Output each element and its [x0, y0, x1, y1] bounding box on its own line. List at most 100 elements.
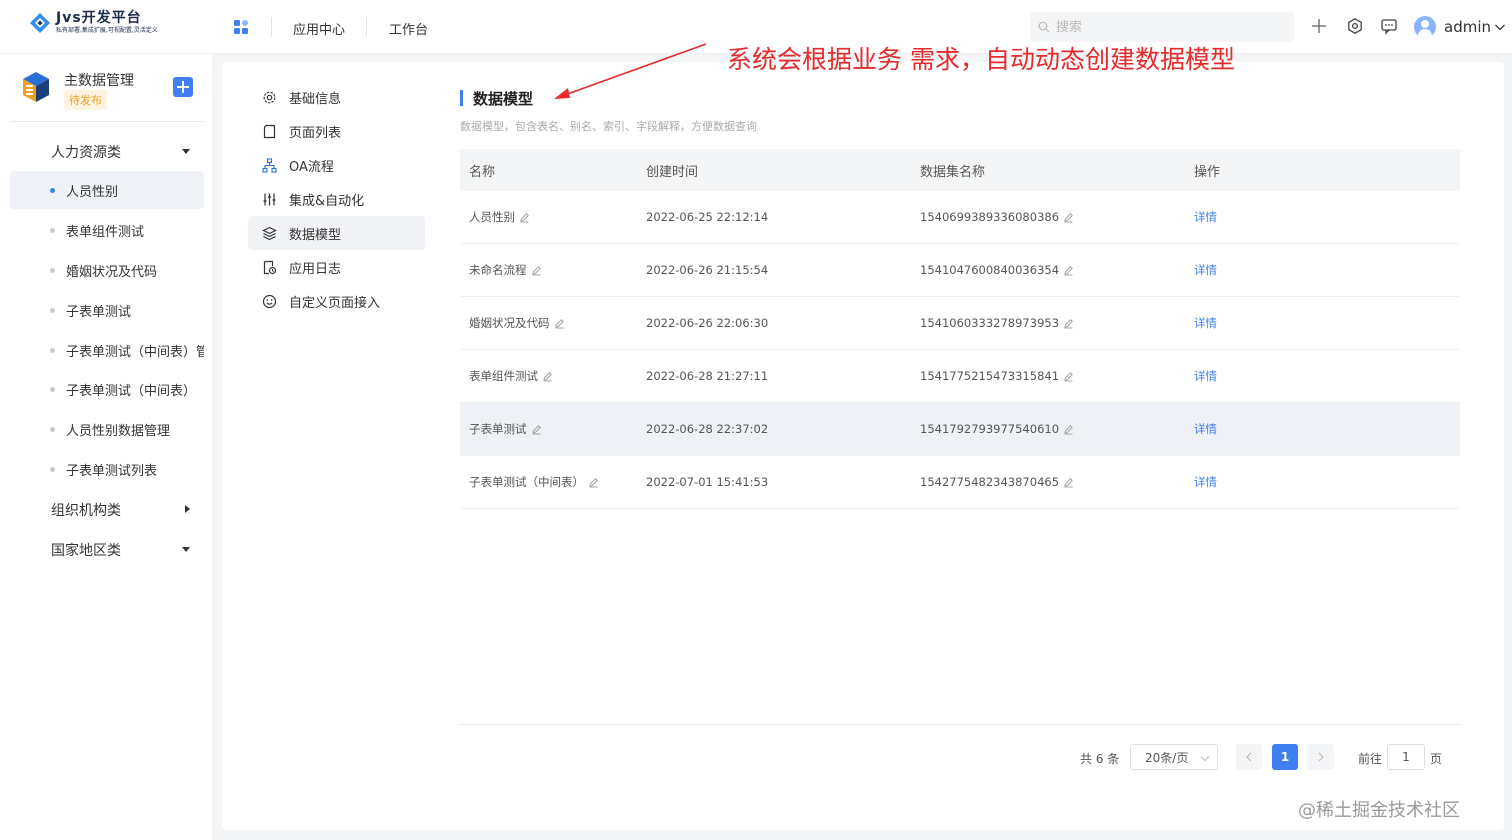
search-icon	[1038, 21, 1050, 33]
tab-integration[interactable]: 集成&自动化	[248, 182, 425, 216]
nav-workbench[interactable]: 工作台	[389, 19, 428, 38]
tab-data-model[interactable]: 数据模型	[248, 216, 425, 250]
cell-action: 详情	[1185, 315, 1460, 331]
app-name: 主数据管理	[64, 73, 134, 89]
bullet-dot	[50, 348, 55, 353]
edit-icon[interactable]	[588, 477, 599, 488]
user-name: admin	[1444, 18, 1491, 36]
next-page-button[interactable]	[1308, 744, 1334, 770]
app-header: 主数据管理 待发布	[20, 68, 200, 118]
page-title: 数据模型	[473, 90, 534, 108]
sidebar-item-form-test[interactable]: 表单组件测试	[10, 211, 204, 249]
page-size-value: 20条/页	[1145, 750, 1189, 765]
tab-label: 数据模型	[289, 227, 342, 243]
tab-oa-flow[interactable]: OA流程	[248, 148, 425, 182]
prev-page-button[interactable]	[1236, 744, 1262, 770]
detail-link[interactable]: 详情	[1194, 422, 1217, 436]
cell-dataset: 1541047600840036354	[911, 263, 1185, 277]
sliders-icon	[263, 193, 276, 205]
page-button[interactable]: 1	[1272, 744, 1298, 770]
add-button[interactable]	[173, 77, 193, 97]
cell-created: 2022-06-25 22:12:14	[646, 210, 769, 224]
edit-icon[interactable]	[1063, 477, 1074, 488]
platform-logo[interactable]: Jvs开发平台 私有部署,集成扩展,可视配置,灵活定义	[28, 10, 158, 35]
tab-label: 自定义页面接入	[289, 295, 381, 311]
data-model-table: 名称 创建时间 数据集名称 操作 人员性别 2022-06-25 22:12:14…	[460, 149, 1460, 509]
apps-grid-icon[interactable]	[233, 19, 249, 35]
tab-basic-info[interactable]: 基础信息	[248, 80, 425, 114]
status-badge: 待发布	[64, 90, 107, 110]
detail-link[interactable]: 详情	[1194, 210, 1217, 224]
app-sub-menu: 基础信息 页面列表 OA流程 集成&自动化 数据模型 应用日志 自定义页面接入	[248, 80, 425, 318]
annotation-text: 系统会根据业务 需求，自动动态创建数据模型	[727, 45, 1235, 74]
bullet-dot	[50, 427, 55, 432]
cell-dataset: 1541060333278973953	[911, 316, 1185, 330]
tab-label: OA流程	[289, 159, 334, 175]
goto-page-input[interactable]	[1387, 744, 1425, 770]
table-row: 子表单测试 2022-06-28 22:37:02 1541792793977540…	[460, 403, 1460, 456]
plus-icon[interactable]	[1310, 17, 1328, 35]
bullet-dot	[50, 188, 55, 193]
tab-custom-page[interactable]: 自定义页面接入	[248, 284, 425, 318]
sidebar-item-gender-data[interactable]: 人员性别数据管理	[10, 410, 204, 448]
row-dataset: 1541775215473315841	[920, 369, 1060, 383]
bullet-dot	[50, 308, 55, 313]
edit-icon[interactable]	[1063, 212, 1074, 223]
cell-name: 表单组件测试	[460, 368, 637, 384]
caret-down-icon[interactable]	[182, 547, 190, 552]
sidebar-item-subform-mid[interactable]: 子表单测试（中间表）	[10, 370, 204, 408]
search-input[interactable]	[1056, 19, 1276, 35]
goto-suffix: 页	[1430, 752, 1443, 766]
cell-action: 详情	[1185, 262, 1460, 278]
pagination-total: 共 6 条	[1080, 752, 1120, 766]
smile-icon	[262, 294, 277, 308]
cell-created: 2022-06-28 22:37:02	[646, 422, 769, 436]
settings-icon[interactable]	[1346, 17, 1364, 35]
edit-icon[interactable]	[531, 424, 542, 435]
edit-icon[interactable]	[1063, 371, 1074, 382]
edit-icon[interactable]	[1063, 318, 1074, 329]
page-size-select[interactable]: 20条/页	[1130, 744, 1218, 770]
table-body: 人员性别 2022-06-25 22:12:14 15406993893360803…	[460, 191, 1460, 509]
tab-app-log[interactable]: 应用日志	[248, 250, 425, 284]
table-row: 婚姻状况及代码 2022-06-26 22:06:30 15410603332789…	[460, 297, 1460, 350]
message-icon[interactable]	[1380, 17, 1398, 35]
tab-label: 页面列表	[289, 125, 342, 141]
edit-icon[interactable]	[531, 265, 542, 276]
cell-created: 2022-06-28 21:27:11	[646, 369, 769, 383]
sidebar-item-subform-mid-manage[interactable]: 子表单测试（中间表）管	[10, 331, 204, 369]
edit-icon[interactable]	[1063, 424, 1074, 435]
goto-prefix: 前往	[1358, 752, 1383, 766]
cell-created: 2022-07-01 15:41:53	[646, 475, 769, 489]
caret-down-icon[interactable]	[182, 149, 190, 154]
detail-link[interactable]: 详情	[1194, 475, 1217, 489]
nav-divider	[366, 17, 367, 37]
watermark-corner: @稀土掘金技术社区	[1298, 800, 1460, 821]
group-region[interactable]: 国家地区类	[51, 540, 121, 560]
chevron-down-icon	[1495, 24, 1505, 31]
detail-link[interactable]: 详情	[1194, 263, 1217, 277]
tab-page-list[interactable]: 页面列表	[248, 114, 425, 148]
sidebar-item-label: 子表单测试（中间表）	[66, 383, 197, 399]
edit-icon[interactable]	[554, 318, 565, 329]
sidebar-item-label: 人员性别	[66, 184, 119, 200]
sidebar-item-gender[interactable]: 人员性别	[10, 171, 204, 209]
caret-right-icon[interactable]	[185, 505, 190, 513]
nav-app-center[interactable]: 应用中心	[293, 19, 345, 38]
user-menu[interactable]: admin	[1414, 16, 1506, 38]
edit-icon[interactable]	[1063, 265, 1074, 276]
sidebar-item-subform-list[interactable]: 子表单测试列表	[10, 450, 204, 488]
search-box[interactable]	[1030, 12, 1294, 42]
group-hr[interactable]: 人力资源类	[51, 142, 121, 162]
sidebar-item-marital[interactable]: 婚姻状况及代码	[10, 251, 204, 289]
detail-link[interactable]: 详情	[1194, 369, 1217, 383]
sidebar-item-subform[interactable]: 子表单测试	[10, 291, 204, 329]
group-org[interactable]: 组织机构类	[51, 500, 121, 520]
column-header-action: 操作	[1194, 164, 1221, 180]
edit-icon[interactable]	[519, 212, 530, 223]
detail-link[interactable]: 详情	[1194, 316, 1217, 330]
edit-icon[interactable]	[542, 371, 553, 382]
flow-icon	[262, 157, 277, 173]
app-sidebar: 主数据管理 待发布 人力资源类 人员性别 表单组件测试 婚姻状况及代码 子表单测…	[0, 54, 212, 840]
gear-icon	[263, 91, 276, 103]
